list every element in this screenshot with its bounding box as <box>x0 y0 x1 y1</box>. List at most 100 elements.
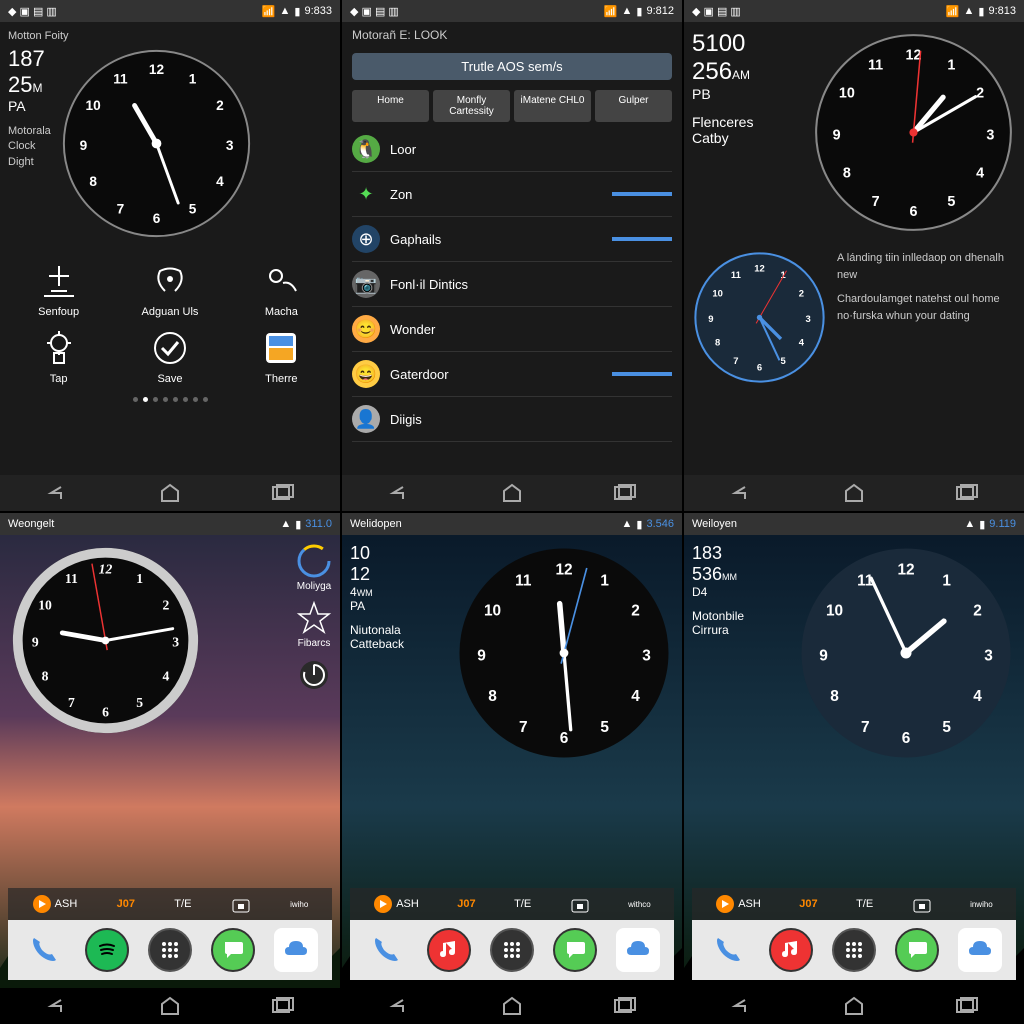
home-button[interactable] <box>840 483 868 503</box>
analog-clock[interactable]: 121234567891011 <box>454 543 674 763</box>
quick-j07[interactable]: J07 <box>799 898 817 910</box>
back-button[interactable] <box>385 996 413 1016</box>
recent-button[interactable] <box>611 996 639 1016</box>
tab-gulper[interactable]: Gulper <box>595 90 672 122</box>
dock-apps[interactable] <box>148 928 192 972</box>
dock <box>692 920 1016 980</box>
svg-text:9: 9 <box>833 127 841 143</box>
side-star[interactable]: Fibarcs <box>296 600 332 649</box>
quick-te[interactable]: T/E <box>514 898 531 910</box>
list-item[interactable]: ✦Zon <box>352 172 672 217</box>
dock-phone[interactable] <box>706 928 750 972</box>
recent-button[interactable] <box>953 996 981 1016</box>
notif-icon: ◆ ▣ ▤ ▥ <box>350 5 399 18</box>
list-item[interactable]: 😄Gaterdoor <box>352 352 672 397</box>
svg-text:7: 7 <box>733 356 738 367</box>
side-power[interactable] <box>296 657 332 693</box>
analog-clock[interactable]: 12 1 2 3 4 5 6 7 8 9 10 11 <box>59 46 254 241</box>
quick-lock[interactable] <box>231 894 251 914</box>
svg-text:12: 12 <box>149 62 165 77</box>
home-button[interactable] <box>498 996 526 1016</box>
recent-button[interactable] <box>269 483 297 503</box>
back-button[interactable] <box>43 483 71 503</box>
dock-apps[interactable] <box>490 928 534 972</box>
quick-ash[interactable]: ASH <box>32 894 78 914</box>
quick-lock[interactable] <box>570 894 590 914</box>
dock-apps[interactable] <box>832 928 876 972</box>
subtitle-banner[interactable]: Trutle AOS sem/s <box>352 53 672 80</box>
back-button[interactable] <box>727 483 755 503</box>
svg-text:10: 10 <box>484 602 501 619</box>
tab-imatene[interactable]: iMatene CHL0 <box>514 90 591 122</box>
tab-bar: Home Monfly Cartessity iMatene CHL0 Gulp… <box>342 85 682 127</box>
svg-text:1: 1 <box>942 573 951 590</box>
dock-cloud[interactable] <box>958 928 1002 972</box>
home-button[interactable] <box>156 483 184 503</box>
list-item[interactable]: 🐧Loor <box>352 127 672 172</box>
dock-music[interactable] <box>427 928 471 972</box>
svg-text:2: 2 <box>973 602 982 619</box>
recent-button[interactable] <box>269 996 297 1016</box>
panel-1: ◆ ▣ ▤ ▥ 📶 ▲ ▮ 9:833 Motton Foity 187 25M… <box>0 0 340 511</box>
app-save[interactable]: Save <box>119 328 220 385</box>
svg-text:6: 6 <box>560 730 569 747</box>
analog-clock[interactable]: 121234567891011 <box>796 543 1016 763</box>
app-tap[interactable]: Tap <box>8 328 109 385</box>
back-button[interactable] <box>43 996 71 1016</box>
app-adguan[interactable]: Adguan Uls <box>119 261 220 318</box>
app-title: Motton Foity <box>8 30 332 42</box>
svg-text:9: 9 <box>79 138 87 153</box>
list-item[interactable]: 📷Fonl·il Dintics <box>352 262 672 307</box>
status-bar: ◆ ▣ ▤ ▥ 📶▲▮9:812 <box>342 0 682 22</box>
dock-cloud[interactable] <box>274 928 318 972</box>
analog-clock[interactable]: 121234567891011 <box>8 543 203 738</box>
quick-ash[interactable]: ASH <box>715 894 761 914</box>
quick-ash[interactable]: ASH <box>373 894 419 914</box>
dock-messages[interactable] <box>553 928 597 972</box>
svg-text:5: 5 <box>947 194 955 210</box>
side-gauge[interactable]: Moliyga <box>296 543 332 592</box>
recent-button[interactable] <box>611 483 639 503</box>
status-bar: Weiloyen ▲▮9.119 <box>684 513 1024 535</box>
dock-spotify[interactable] <box>85 928 129 972</box>
home-button[interactable] <box>156 996 184 1016</box>
svg-text:8: 8 <box>715 338 720 349</box>
dock-phone[interactable] <box>364 928 408 972</box>
quick-j07[interactable]: J07 <box>117 898 135 910</box>
home-button[interactable] <box>840 996 868 1016</box>
svg-text:6: 6 <box>902 730 911 747</box>
quick-j07[interactable]: J07 <box>457 898 475 910</box>
page-indicator[interactable] <box>8 397 332 402</box>
dock-messages[interactable] <box>895 928 939 972</box>
list-item[interactable]: 😊Wonder <box>352 307 672 352</box>
recent-button[interactable] <box>953 483 981 503</box>
panel-4: Weongelt ▲▮311.0 121234567891011 Moliyga… <box>0 513 340 1024</box>
dock-music[interactable] <box>769 928 813 972</box>
quick-te[interactable]: T/E <box>174 898 191 910</box>
svg-text:1: 1 <box>600 573 609 590</box>
svg-text:4: 4 <box>799 338 805 349</box>
app-senfoup[interactable]: Senfoup <box>8 261 109 318</box>
tab-monfly[interactable]: Monfly Cartessity <box>433 90 510 122</box>
list-item[interactable]: ⊕Gaphails <box>352 217 672 262</box>
svg-text:4: 4 <box>216 174 224 189</box>
tab-home[interactable]: Home <box>352 90 429 122</box>
svg-text:12: 12 <box>897 562 914 579</box>
quick-lock[interactable] <box>912 894 932 914</box>
dock-cloud[interactable] <box>616 928 660 972</box>
quick-te[interactable]: T/E <box>856 898 873 910</box>
list-item[interactable]: 👤Diigis <box>352 397 672 442</box>
app-therre[interactable]: Therre <box>231 328 332 385</box>
home-button[interactable] <box>498 483 526 503</box>
back-button[interactable] <box>727 996 755 1016</box>
dock-phone[interactable] <box>22 928 66 972</box>
analog-clock-main[interactable]: 121234567891011 <box>811 30 1016 235</box>
dock-messages[interactable] <box>211 928 255 972</box>
back-button[interactable] <box>385 483 413 503</box>
wifi-icon: 📶 <box>604 5 618 18</box>
svg-text:9: 9 <box>708 314 713 325</box>
analog-clock-small[interactable]: 121234567891011 <box>692 250 827 385</box>
svg-text:2: 2 <box>216 98 224 113</box>
info-block: 5100 256AM PB Flenceres Catby <box>692 30 753 235</box>
app-macha[interactable]: Macha <box>231 261 332 318</box>
